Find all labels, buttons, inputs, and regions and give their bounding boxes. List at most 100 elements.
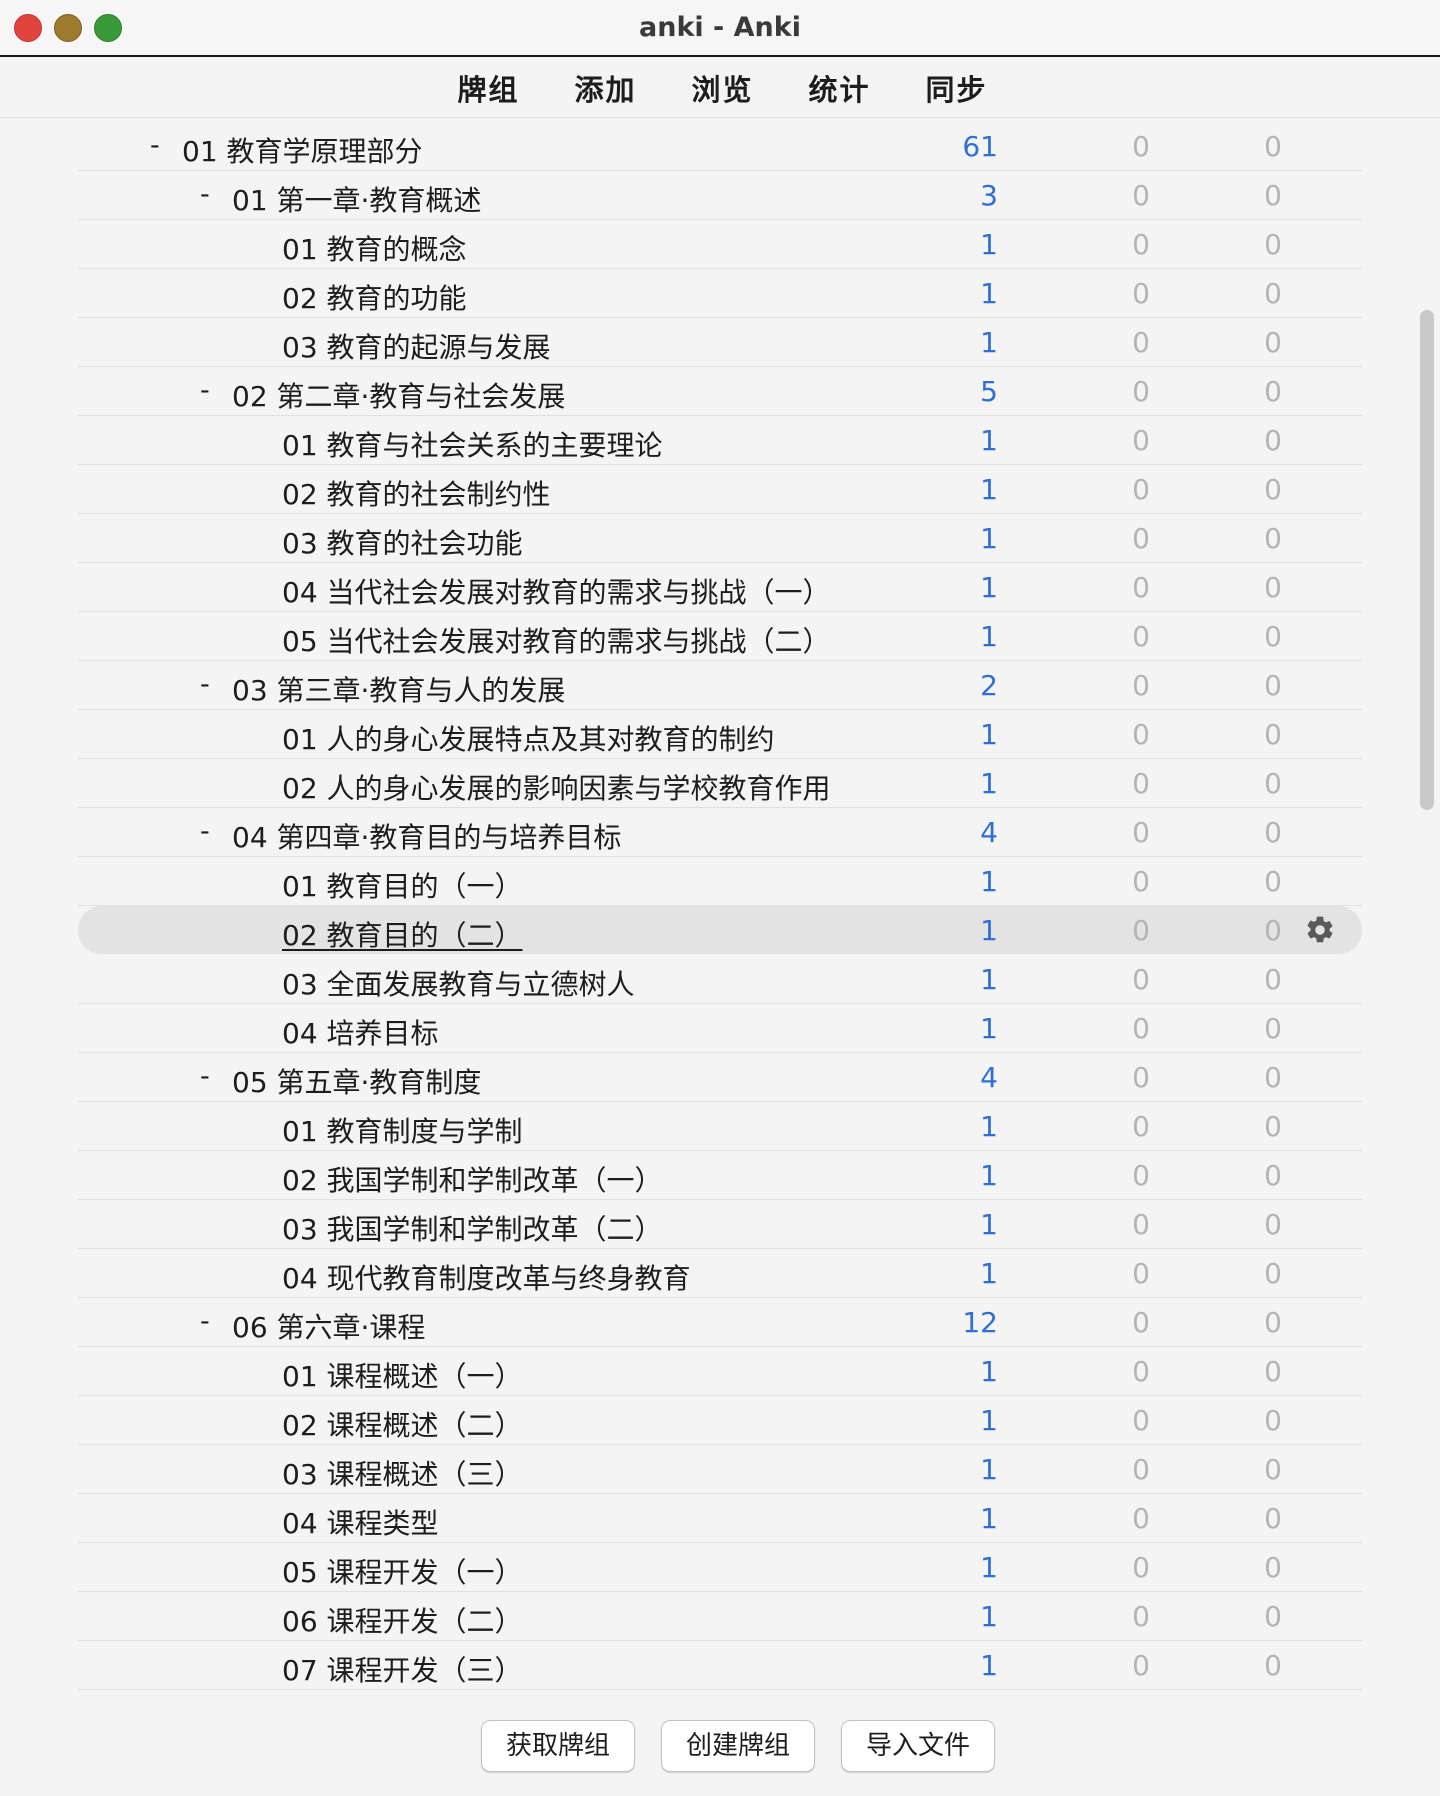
deck-row[interactable]: 02 人的身心发展的影响因素与学校教育作用 1 0 0 <box>78 759 1362 808</box>
gear-icon[interactable] <box>1304 914 1336 946</box>
collapse-toggle[interactable]: - <box>200 669 210 700</box>
deck-name[interactable]: 01 教育制度与学制 <box>282 1110 523 1150</box>
deck-row[interactable]: 01 教育与社会关系的主要理论 1 0 0 <box>78 416 1362 465</box>
deck-row[interactable]: 03 全面发展教育与立德树人 1 0 0 <box>78 955 1362 1004</box>
title-bar[interactable]: anki - Anki <box>0 0 1440 57</box>
deck-name[interactable]: 02 课程概述（二） <box>282 1404 523 1444</box>
deck-name[interactable]: 02 教育目的（二） <box>282 914 523 954</box>
deck-name[interactable]: 06 第六章·课程 <box>232 1306 425 1346</box>
deck-row[interactable]: 01 课程概述（一） 1 0 0 <box>78 1347 1362 1396</box>
deck-row[interactable]: 02 我国学制和学制改革（一） 1 0 0 <box>78 1151 1362 1200</box>
new-count: 1 <box>980 1257 998 1290</box>
deck-row[interactable]: 03 我国学制和学制改革（二） 1 0 0 <box>78 1200 1362 1249</box>
learn-count: 0 <box>1132 179 1150 212</box>
collapse-toggle[interactable]: - <box>150 130 160 161</box>
deck-name[interactable]: 03 第三章·教育与人的发展 <box>232 669 565 709</box>
deck-row[interactable]: 01 教育制度与学制 1 0 0 <box>78 1102 1362 1151</box>
collapse-toggle[interactable]: - <box>200 816 210 847</box>
toolbar-add-button[interactable]: 添加 <box>547 67 664 109</box>
collapse-toggle[interactable]: - <box>200 1061 210 1092</box>
deck-name[interactable]: 02 教育的功能 <box>282 277 467 317</box>
import-file-button[interactable]: 导入文件 <box>841 1720 995 1772</box>
deck-name[interactable]: 01 教育与社会关系的主要理论 <box>282 424 663 464</box>
deck-row[interactable]: 04 课程类型 1 0 0 <box>78 1494 1362 1543</box>
deck-row[interactable]: -01 教育学原理部分 61 0 0 <box>78 122 1362 171</box>
deck-name[interactable]: 03 教育的社会功能 <box>282 522 523 562</box>
new-count: 3 <box>980 179 998 212</box>
deck-row[interactable]: 02 课程概述（二） 1 0 0 <box>78 1396 1362 1445</box>
deck-name[interactable]: 03 全面发展教育与立德树人 <box>282 963 635 1003</box>
deck-row[interactable]: -03 第三章·教育与人的发展 2 0 0 <box>78 661 1362 710</box>
deck-name[interactable]: 01 人的身心发展特点及其对教育的制约 <box>282 718 775 758</box>
due-count: 0 <box>1264 1110 1282 1143</box>
toolbar-decks-button[interactable]: 牌组 <box>430 67 547 109</box>
deck-name[interactable]: 07 课程开发（三） <box>282 1649 523 1689</box>
deck-row[interactable]: 01 人的身心发展特点及其对教育的制约 1 0 0 <box>78 710 1362 759</box>
deck-name[interactable]: 03 教育的起源与发展 <box>282 326 551 366</box>
deck-row[interactable]: 04 培养目标 1 0 0 <box>78 1004 1362 1053</box>
learn-count: 0 <box>1132 963 1150 996</box>
deck-row[interactable]: 06 课程开发（二） 1 0 0 <box>78 1592 1362 1641</box>
collapse-toggle[interactable]: - <box>200 1306 210 1337</box>
deck-name[interactable]: 03 我国学制和学制改革（二） <box>282 1208 663 1248</box>
deck-name[interactable]: 04 第四章·教育目的与培养目标 <box>232 816 621 856</box>
new-count: 2 <box>980 669 998 702</box>
deck-name[interactable]: 04 现代教育制度改革与终身教育 <box>282 1257 691 1297</box>
create-deck-button[interactable]: 创建牌组 <box>661 1720 815 1772</box>
due-count: 0 <box>1264 473 1282 506</box>
deck-row[interactable]: 03 课程概述（三） 1 0 0 <box>78 1445 1362 1494</box>
deck-row[interactable]: -05 第五章·教育制度 4 0 0 <box>78 1053 1362 1102</box>
deck-row[interactable]: 07 课程开发（三） 1 0 0 <box>78 1641 1362 1690</box>
toolbar-stats-button[interactable]: 统计 <box>781 67 898 109</box>
deck-name[interactable]: 04 当代社会发展对教育的需求与挑战（一） <box>282 571 831 611</box>
deck-name[interactable]: 02 人的身心发展的影响因素与学校教育作用 <box>282 767 831 807</box>
due-count: 0 <box>1264 767 1282 800</box>
deck-row[interactable]: 02 教育的功能 1 0 0 <box>78 269 1362 318</box>
collapse-toggle[interactable]: - <box>200 375 210 406</box>
deck-row[interactable]: -06 第六章·课程 12 0 0 <box>78 1298 1362 1347</box>
deck-row[interactable]: 03 教育的社会功能 1 0 0 <box>78 514 1362 563</box>
deck-name[interactable]: 05 第五章·教育制度 <box>232 1061 481 1101</box>
new-count: 1 <box>980 571 998 604</box>
learn-count: 0 <box>1132 473 1150 506</box>
deck-name[interactable]: 02 第二章·教育与社会发展 <box>232 375 565 415</box>
deck-row[interactable]: -04 第四章·教育目的与培养目标 4 0 0 <box>78 808 1362 857</box>
deck-name[interactable]: 05 当代社会发展对教育的需求与挑战（二） <box>282 620 831 660</box>
deck-row[interactable]: 01 教育目的（一） 1 0 0 <box>78 857 1362 906</box>
new-count: 4 <box>980 1061 998 1094</box>
deck-row[interactable]: 01 教育的概念 1 0 0 <box>78 220 1362 269</box>
collapse-toggle[interactable]: - <box>200 179 210 210</box>
deck-name[interactable]: 06 课程开发（二） <box>282 1600 523 1640</box>
new-count: 1 <box>980 767 998 800</box>
deck-row[interactable]: -02 第二章·教育与社会发展 5 0 0 <box>78 367 1362 416</box>
deck-name[interactable]: 02 我国学制和学制改革（一） <box>282 1159 663 1199</box>
deck-name[interactable]: 04 课程类型 <box>282 1502 439 1542</box>
due-count: 0 <box>1264 277 1282 310</box>
deck-row[interactable]: 04 当代社会发展对教育的需求与挑战（一） 1 0 0 <box>78 563 1362 612</box>
deck-row[interactable]: 05 课程开发（一） 1 0 0 <box>78 1543 1362 1592</box>
deck-row[interactable]: 04 现代教育制度改革与终身教育 1 0 0 <box>78 1249 1362 1298</box>
deck-name[interactable]: 01 教育学原理部分 <box>182 130 423 170</box>
get-shared-decks-button[interactable]: 获取牌组 <box>481 1720 635 1772</box>
learn-count: 0 <box>1132 1404 1150 1437</box>
deck-row[interactable]: 03 教育的起源与发展 1 0 0 <box>78 318 1362 367</box>
deck-name[interactable]: 04 培养目标 <box>282 1012 439 1052</box>
deck-name[interactable]: 01 教育的概念 <box>282 228 467 268</box>
new-count: 1 <box>980 865 998 898</box>
deck-name[interactable]: 01 课程概述（一） <box>282 1355 523 1395</box>
new-count: 1 <box>980 1453 998 1486</box>
deck-row[interactable]: 05 当代社会发展对教育的需求与挑战（二） 1 0 0 <box>78 612 1362 661</box>
learn-count: 0 <box>1132 277 1150 310</box>
deck-name[interactable]: 01 教育目的（一） <box>282 865 523 905</box>
deck-name[interactable]: 02 教育的社会制约性 <box>282 473 551 513</box>
toolbar-sync-button[interactable]: 同步 <box>898 67 1015 109</box>
deck-row[interactable]: -01 第一章·教育概述 3 0 0 <box>78 171 1362 220</box>
deck-name[interactable]: 01 第一章·教育概述 <box>232 179 481 219</box>
deck-row[interactable]: 02 教育目的（二） 1 0 0 <box>78 906 1362 955</box>
deck-name[interactable]: 05 课程开发（一） <box>282 1551 523 1591</box>
vertical-scrollbar[interactable] <box>1420 310 1434 810</box>
deck-name[interactable]: 03 课程概述（三） <box>282 1453 523 1493</box>
deck-row[interactable]: 02 教育的社会制约性 1 0 0 <box>78 465 1362 514</box>
due-count: 0 <box>1264 130 1282 163</box>
toolbar-browse-button[interactable]: 浏览 <box>664 67 781 109</box>
